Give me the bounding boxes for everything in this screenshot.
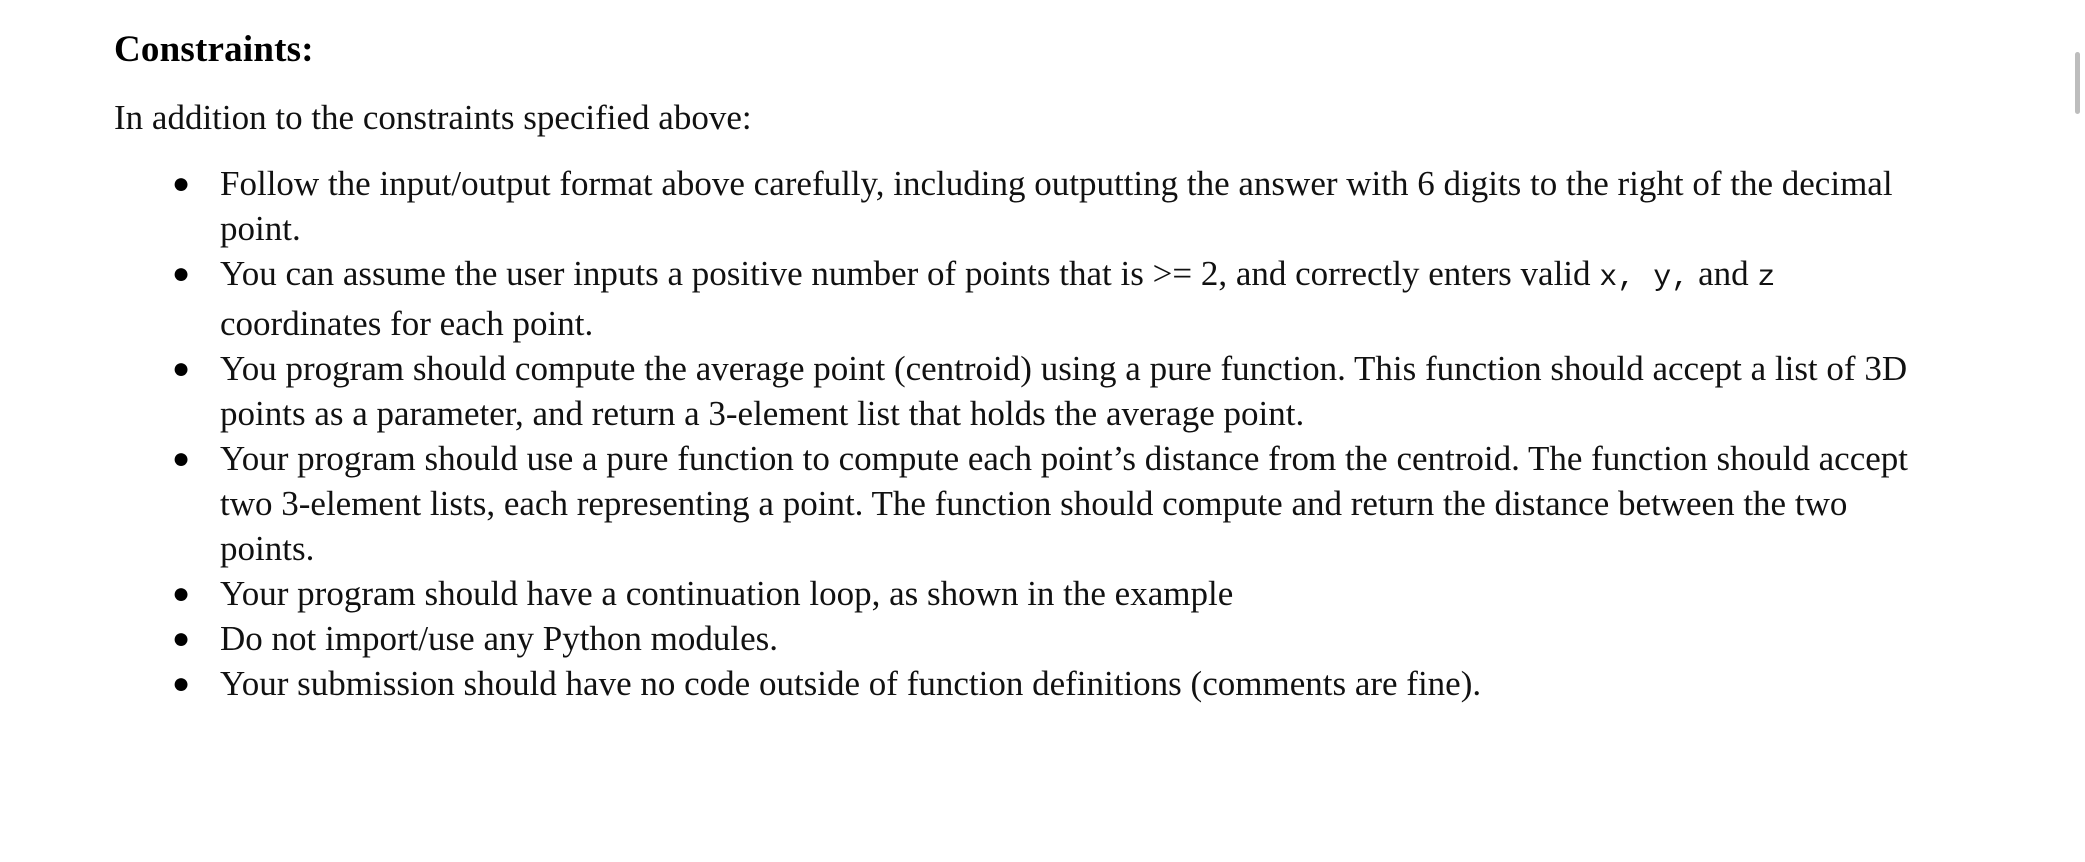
list-item: ● Follow the input/output format above c… [114, 161, 1944, 251]
list-item-text-part: You can assume the user inputs a positiv… [220, 254, 1600, 293]
intro-paragraph: In addition to the constraints specified… [114, 98, 752, 137]
constraints-section: Constraints: In addition to the constrai… [114, 26, 1944, 706]
list-item: ● Your submission should have no code ou… [114, 661, 1944, 706]
code-y: y, [1653, 261, 1690, 295]
list-item-text: Your program should use a pure function … [220, 439, 1909, 568]
code-z: z [1757, 261, 1794, 295]
list-item-text-part: coordinates for each point. [220, 304, 594, 343]
page-title: Constraints: [114, 29, 314, 70]
list-item-text: You program should compute the average p… [220, 349, 1908, 433]
list-item: ● You program should compute the average… [114, 346, 1944, 436]
constraints-list: ● Follow the input/output format above c… [114, 161, 1944, 706]
code-x: x, [1599, 261, 1654, 295]
list-item-text: You can assume the user inputs a positiv… [220, 251, 1944, 346]
bullet-icon: ● [172, 667, 191, 700]
bullet-icon: ● [172, 352, 191, 385]
list-item-text: Do not import/use any Python modules. [220, 619, 779, 658]
list-item: ● Your program should have a continuatio… [114, 571, 1944, 616]
bullet-icon: ● [172, 442, 191, 475]
list-item-text: Your submission should have no code outs… [220, 664, 1482, 703]
bullet-icon: ● [172, 257, 191, 290]
scrollbar-thumb[interactable] [2075, 52, 2080, 114]
vertical-scrollbar[interactable] [2068, 0, 2085, 862]
list-item: ● Your program should use a pure functio… [114, 436, 1944, 571]
list-item: ● Do not import/use any Python modules. [114, 616, 1944, 661]
bullet-icon: ● [172, 622, 191, 655]
list-item-text-part: and [1689, 254, 1758, 293]
bullet-icon: ● [172, 577, 191, 610]
list-item-text: Follow the input/output format above car… [220, 164, 1893, 248]
bullet-icon: ● [172, 167, 191, 200]
list-item-text: Your program should have a continuation … [220, 574, 1234, 613]
list-item: ● You can assume the user inputs a posit… [114, 251, 1944, 346]
document-page: Constraints: In addition to the constrai… [0, 0, 2085, 862]
